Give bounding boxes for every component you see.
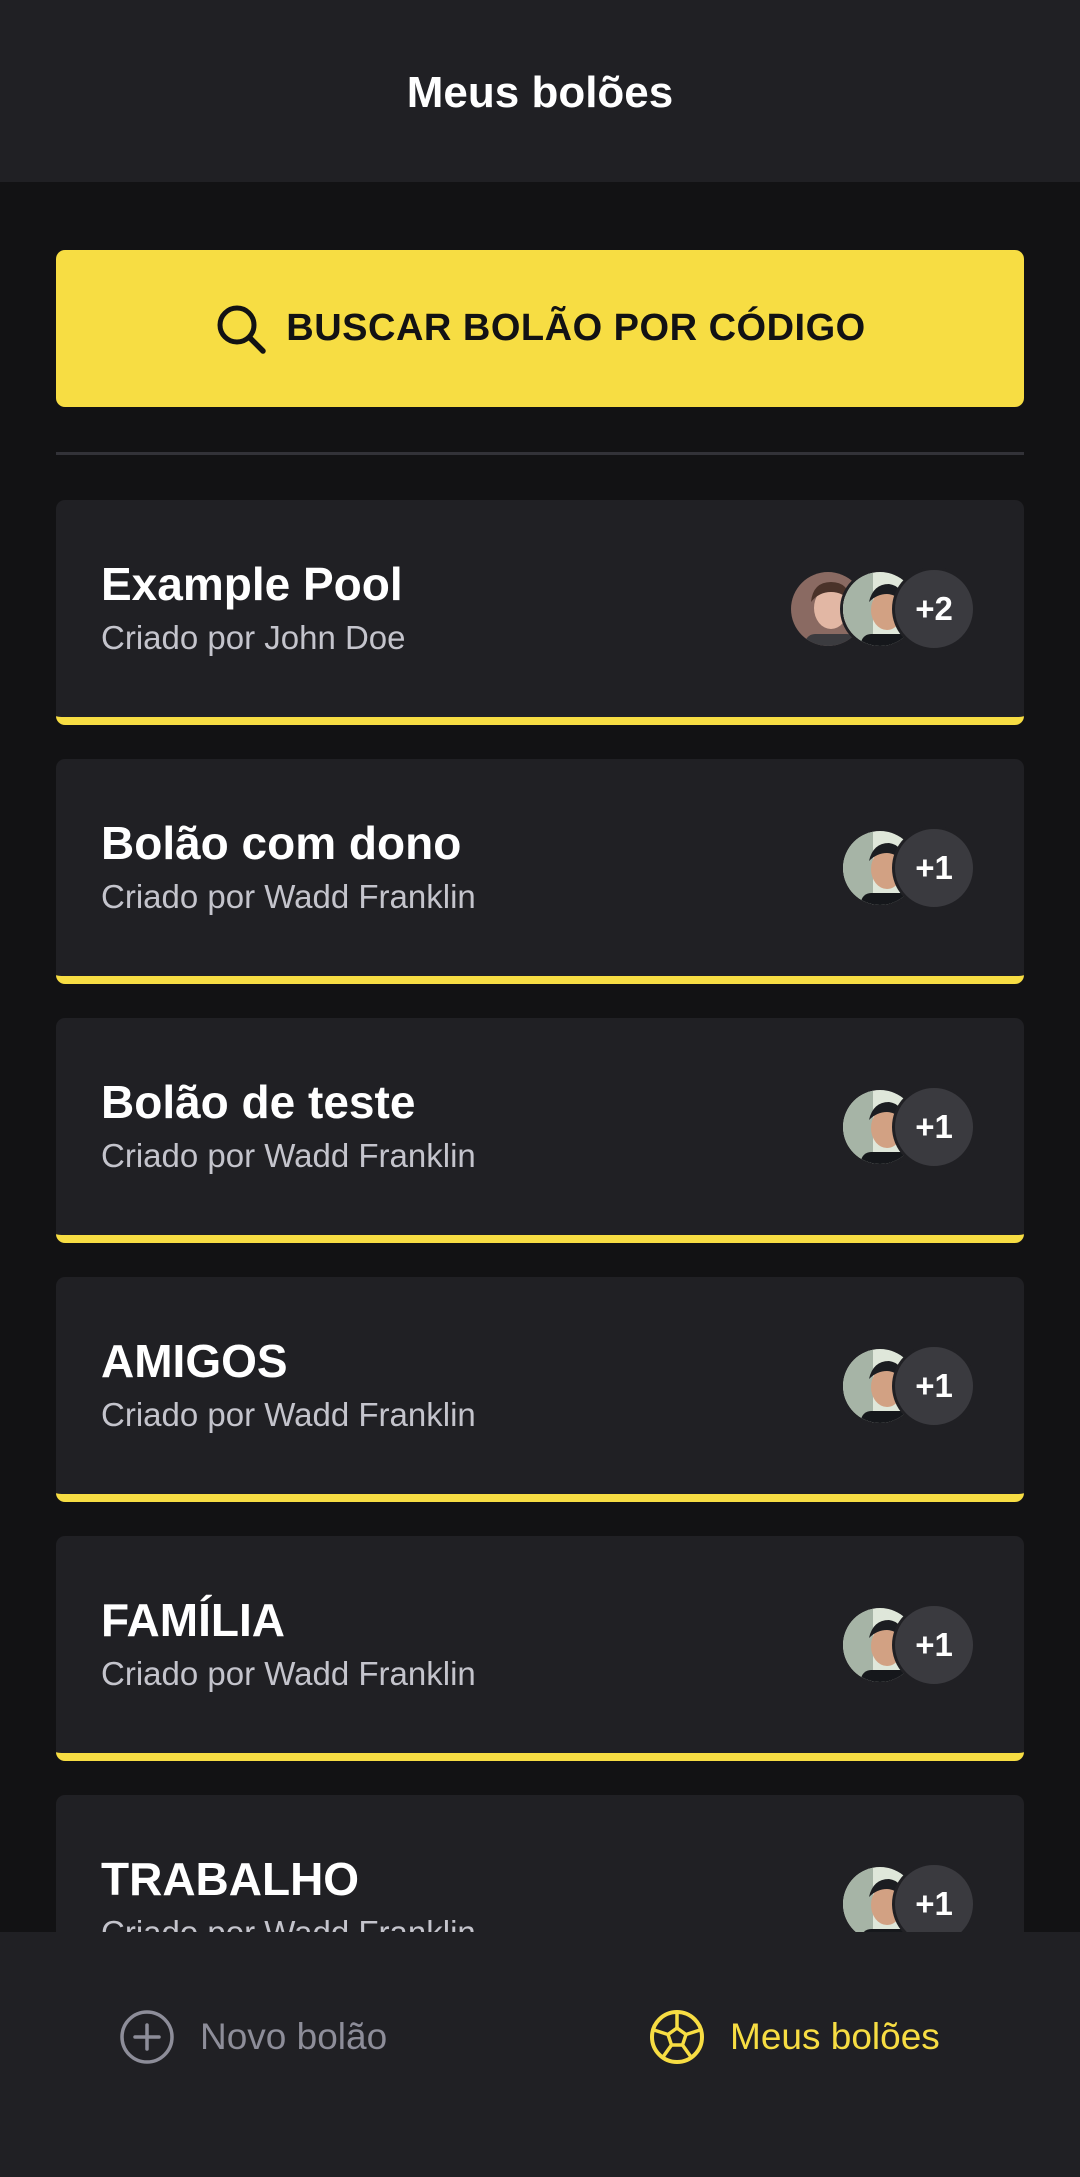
- pool-owner: Criado por Wadd Franklin: [101, 878, 476, 915]
- plus-circle-icon: [118, 2008, 176, 2066]
- participant-count-badge: +2: [892, 567, 976, 651]
- pool-title: AMIGOS: [101, 1335, 288, 1387]
- page-title: Meus bolões: [406, 68, 674, 117]
- search-pool-by-code-button[interactable]: BUSCAR BOLÃO POR CÓDIGO: [56, 250, 1024, 407]
- pool-card[interactable]: AMIGOS Criado por Wadd Franklin +1: [56, 1277, 1024, 1502]
- nav-my-pools[interactable]: Meus bolões: [648, 2002, 940, 2072]
- participants-group: +1: [840, 1603, 976, 1687]
- pool-title: TRABALHO: [101, 1853, 360, 1905]
- participant-count-badge: +1: [892, 1344, 976, 1428]
- soccer-ball-icon: [648, 2008, 706, 2066]
- participant-count-badge: +1: [892, 826, 976, 910]
- pool-title: Bolão de teste: [101, 1076, 416, 1128]
- app-header: Meus bolões: [0, 0, 1080, 182]
- pool-title: FAMÍLIA: [101, 1594, 285, 1646]
- pool-owner: Criado por Wadd Franklin: [101, 1396, 476, 1433]
- search-button-label: BUSCAR BOLÃO POR CÓDIGO: [286, 307, 866, 349]
- divider: [56, 452, 1024, 455]
- nav-new-pool[interactable]: Novo bolão: [118, 2002, 387, 2072]
- participants-group: +1: [840, 1085, 976, 1169]
- pool-card[interactable]: Bolão de teste Criado por Wadd Franklin +1: [56, 1018, 1024, 1243]
- pool-card[interactable]: Example Pool Criado por John Doe +2: [56, 500, 1024, 725]
- participant-count-badge: +1: [892, 1603, 976, 1687]
- pool-card[interactable]: FAMÍLIA Criado por Wadd Franklin +1: [56, 1536, 1024, 1761]
- pool-owner: Criado por Wadd Franklin: [101, 1655, 476, 1692]
- search-icon: [214, 302, 268, 356]
- pool-owner: Criado por Wadd Franklin: [101, 1137, 476, 1174]
- nav-new-pool-label: Novo bolão: [200, 2016, 388, 2057]
- pool-list: Example Pool Criado por John Doe +2 Bolão c…: [56, 500, 1024, 2054]
- participants-group: +2: [788, 567, 976, 651]
- bottom-navigation: Novo bolão Meus bolões: [0, 1932, 1080, 2177]
- pool-owner: Criado por John Doe: [101, 619, 406, 656]
- participants-group: +1: [840, 1344, 976, 1428]
- participant-count-badge: +1: [892, 1085, 976, 1169]
- participants-group: +1: [840, 826, 976, 910]
- nav-my-pools-label: Meus bolões: [730, 2016, 940, 2057]
- pool-card[interactable]: Bolão com dono Criado por Wadd Franklin +1: [56, 759, 1024, 984]
- pool-title: Example Pool: [101, 558, 403, 610]
- pool-title: Bolão com dono: [101, 817, 462, 869]
